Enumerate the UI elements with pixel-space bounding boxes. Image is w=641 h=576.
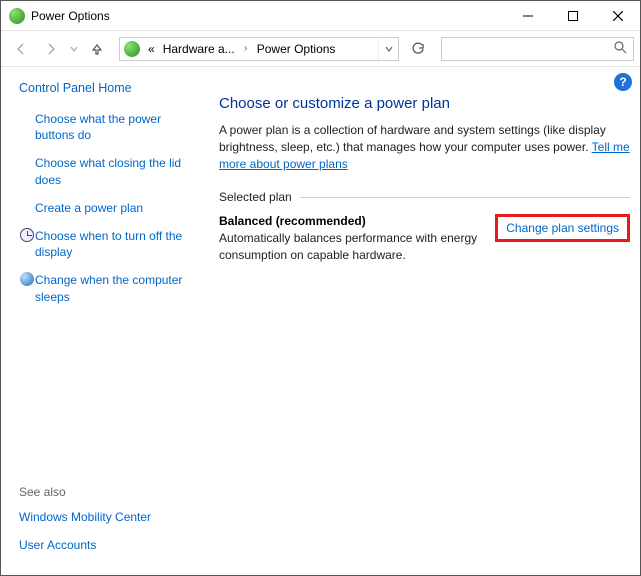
plan-description: Automatically balances performance with … <box>219 230 495 264</box>
description-text: A power plan is a collection of hardware… <box>219 123 606 154</box>
recent-dropdown[interactable] <box>67 35 81 63</box>
sidebar-link[interactable]: Change when the computer sleeps <box>35 272 201 304</box>
breadcrumb-ellipsis[interactable]: « <box>144 38 159 60</box>
sidebar: Control Panel Home Choose what the power… <box>1 67 211 575</box>
window-title: Power Options <box>31 9 110 23</box>
minimize-button[interactable] <box>505 1 550 30</box>
close-button[interactable] <box>595 1 640 30</box>
maximize-button[interactable] <box>550 1 595 30</box>
breadcrumb-seg-hardware[interactable]: Hardware a... <box>159 38 239 60</box>
page-heading: Choose or customize a power plan <box>219 95 630 112</box>
app-icon <box>9 8 25 24</box>
divider <box>300 197 630 198</box>
see-also-link[interactable]: User Accounts <box>19 537 96 553</box>
plan-name: Balanced (recommended) <box>219 214 495 228</box>
navbar: « Hardware a... › Power Options <box>1 31 640 67</box>
change-plan-settings-link[interactable]: Change plan settings <box>506 221 619 235</box>
control-panel-home-link[interactable]: Control Panel Home <box>19 81 201 95</box>
change-plan-highlight: Change plan settings <box>495 214 630 242</box>
address-bar[interactable]: « Hardware a... › Power Options <box>119 37 399 61</box>
address-dropdown[interactable] <box>378 38 398 60</box>
sidebar-link[interactable]: Choose when to turn off the display <box>35 228 201 260</box>
content: Control Panel Home Choose what the power… <box>1 67 640 575</box>
see-also-label: See also <box>19 485 201 499</box>
page-description: A power plan is a collection of hardware… <box>219 122 630 172</box>
see-also-item-mobility: Windows Mobility Center <box>19 509 201 525</box>
sidebar-item-closing-lid: Choose what closing the lid does <box>19 155 201 187</box>
see-also-item-accounts: User Accounts <box>19 537 201 553</box>
sidebar-link[interactable]: Choose what the power buttons do <box>35 111 201 143</box>
forward-button[interactable] <box>37 35 65 63</box>
chevron-right-icon[interactable]: › <box>239 43 253 54</box>
search-icon[interactable] <box>614 41 627 57</box>
titlebar: Power Options <box>1 1 640 31</box>
window-controls <box>505 1 640 30</box>
selected-plan-section: Selected plan <box>219 190 630 204</box>
sidebar-item-computer-sleeps: Change when the computer sleeps <box>19 272 201 304</box>
sidebar-item-turn-off-display: Choose when to turn off the display <box>19 228 201 260</box>
globe-icon <box>19 272 35 286</box>
search-input[interactable] <box>442 38 633 60</box>
sidebar-item-power-buttons: Choose what the power buttons do <box>19 111 201 143</box>
selected-plan-label: Selected plan <box>219 190 292 204</box>
main-panel: ? Choose or customize a power plan A pow… <box>211 67 640 575</box>
refresh-button[interactable] <box>405 37 431 61</box>
plan-row: Balanced (recommended) Automatically bal… <box>219 214 630 264</box>
sidebar-link[interactable]: Create a power plan <box>35 200 143 216</box>
see-also-link[interactable]: Windows Mobility Center <box>19 509 151 525</box>
help-icon[interactable]: ? <box>614 73 632 91</box>
back-button[interactable] <box>7 35 35 63</box>
search-box[interactable] <box>441 37 634 61</box>
sidebar-item-create-plan: Create a power plan <box>19 200 201 216</box>
clock-icon <box>19 228 35 242</box>
breadcrumb-seg-power[interactable]: Power Options <box>253 38 340 60</box>
sidebar-link[interactable]: Choose what closing the lid does <box>35 155 201 187</box>
up-button[interactable] <box>83 35 111 63</box>
address-icon <box>124 41 140 57</box>
